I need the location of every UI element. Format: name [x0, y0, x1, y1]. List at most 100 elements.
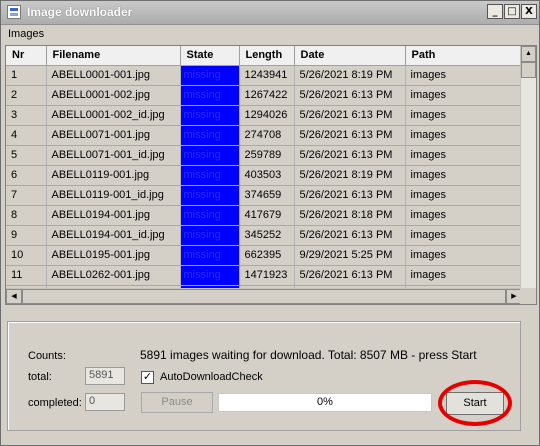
- cell-nr: 3: [6, 105, 47, 126]
- cell-length: 1267422: [239, 85, 295, 106]
- close-button[interactable]: X: [521, 4, 537, 19]
- cell-length: 259789: [239, 145, 295, 166]
- scrollbar-corner: [520, 288, 536, 304]
- cell-filename: ABELL0001-002_id.jpg: [46, 105, 181, 126]
- cell-filename: ABELL0071-001_id.jpg: [46, 145, 181, 166]
- scroll-left-arrow-icon[interactable]: ◀: [6, 289, 22, 304]
- cell-state: missing: [180, 205, 240, 226]
- cell-date: 5/26/2021 8:19 PM: [294, 65, 406, 86]
- cell-date: 5/26/2021 6:13 PM: [294, 125, 406, 146]
- cell-path: images: [405, 265, 523, 286]
- table-row[interactable]: 4 ABELL0071-001.jpg missing 274708 5/26/2021…: [6, 125, 523, 146]
- images-grid[interactable]: Nr Filename State Length Date Path 1 ABEL…: [5, 45, 537, 305]
- cell-nr: 1: [6, 65, 47, 86]
- cell-state: missing: [180, 245, 240, 266]
- cell-nr: 5: [6, 145, 47, 166]
- table-row[interactable]: 8 ABELL0194-001.jpg missing 417679 5/26/2021…: [6, 205, 523, 226]
- cell-filename: ABELL0262-001.jpg: [46, 265, 181, 286]
- table-row[interactable]: 10 ABELL0195-001.jpg missing 662395 9/29/202…: [6, 245, 523, 266]
- counts-label: Counts:: [28, 350, 66, 362]
- images-section-label: Images: [8, 28, 45, 40]
- cell-length: 403503: [239, 165, 295, 186]
- cell-date: 5/26/2021 6:13 PM: [294, 185, 406, 206]
- column-header-nr[interactable]: Nr: [6, 46, 47, 66]
- pause-button[interactable]: Pause: [141, 392, 213, 413]
- cell-path: images: [405, 85, 523, 106]
- cell-state: missing: [180, 225, 240, 246]
- download-panel: Counts: 5891 images waiting for download…: [7, 321, 521, 431]
- cell-date: 5/26/2021 6:13 PM: [294, 225, 406, 246]
- cell-path: images: [405, 185, 523, 206]
- cell-path: images: [405, 145, 523, 166]
- minimize-button[interactable]: _: [487, 4, 503, 19]
- column-header-date[interactable]: Date: [294, 46, 406, 66]
- cell-filename: ABELL0071-001.jpg: [46, 125, 181, 146]
- horizontal-scrollbar[interactable]: ◀ ▶: [6, 288, 522, 304]
- table-row[interactable]: 1 ABELL0001-001.jpg missing 1243941 5/26/202…: [6, 65, 523, 86]
- cell-length: 274708: [239, 125, 295, 146]
- cell-length: 345252: [239, 225, 295, 246]
- table-row[interactable]: 2 ABELL0001-002.jpg missing 1267422 5/26/202…: [6, 85, 523, 106]
- column-header-length[interactable]: Length: [239, 46, 295, 66]
- cell-state: missing: [180, 65, 240, 86]
- cell-nr: 4: [6, 125, 47, 146]
- cell-length: 662395: [239, 245, 295, 266]
- total-field[interactable]: 5891: [85, 367, 125, 385]
- scroll-up-arrow-icon[interactable]: ▲: [521, 46, 536, 62]
- completed-field[interactable]: 0: [85, 393, 125, 411]
- cell-state: missing: [180, 185, 240, 206]
- cell-filename: ABELL0194-001.jpg: [46, 205, 181, 226]
- autodownload-label[interactable]: AutoDownloadCheck: [160, 371, 263, 383]
- table-row[interactable]: 7 ABELL0119-001_id.jpg missing 374659 5/26/2…: [6, 185, 523, 206]
- table-row[interactable]: 5 ABELL0071-001_id.jpg missing 259789 5/26/2…: [6, 145, 523, 166]
- column-header-path[interactable]: Path: [405, 46, 523, 66]
- cell-date: 5/26/2021 6:13 PM: [294, 105, 406, 126]
- cell-state: missing: [180, 165, 240, 186]
- table-row[interactable]: 6 ABELL0119-001.jpg missing 403503 5/26/2021…: [6, 165, 523, 186]
- table-row[interactable]: 3 ABELL0001-002_id.jpg missing 1294026 5/26/…: [6, 105, 523, 126]
- cell-state: missing: [180, 265, 240, 286]
- cell-path: images: [405, 125, 523, 146]
- cell-nr: 9: [6, 225, 47, 246]
- cell-nr: 11: [6, 265, 47, 286]
- cell-date: 5/26/2021 8:19 PM: [294, 165, 406, 186]
- cell-path: images: [405, 65, 523, 86]
- app-icon: [7, 5, 21, 19]
- cell-nr: 7: [6, 185, 47, 206]
- status-message: 5891 images waiting for download. Total:…: [140, 348, 477, 362]
- cell-date: 5/26/2021 6:13 PM: [294, 145, 406, 166]
- column-header-filename[interactable]: Filename: [46, 46, 181, 66]
- cell-path: images: [405, 205, 523, 226]
- cell-filename: ABELL0119-001.jpg: [46, 165, 181, 186]
- cell-state: missing: [180, 105, 240, 126]
- cell-length: 1243941: [239, 65, 295, 86]
- table-row[interactable]: 9 ABELL0194-001_id.jpg missing 345252 5/26/2…: [6, 225, 523, 246]
- autodownload-checkbox[interactable]: ✓: [141, 371, 154, 384]
- completed-label: completed:: [28, 397, 82, 409]
- cell-path: images: [405, 165, 523, 186]
- cell-filename: ABELL0001-001.jpg: [46, 65, 181, 86]
- cell-nr: 6: [6, 165, 47, 186]
- column-header-state[interactable]: State: [180, 46, 240, 66]
- start-button[interactable]: Start: [446, 392, 504, 415]
- vertical-scrollbar[interactable]: ▲ ▼: [520, 46, 536, 304]
- cell-nr: 8: [6, 205, 47, 226]
- table-header-row: Nr Filename State Length Date Path: [6, 46, 523, 66]
- cell-filename: ABELL0195-001.jpg: [46, 245, 181, 266]
- cell-date: 5/26/2021 6:13 PM: [294, 265, 406, 286]
- cell-state: missing: [180, 145, 240, 166]
- cell-date: 5/26/2021 6:13 PM: [294, 85, 406, 106]
- cell-nr: 10: [6, 245, 47, 266]
- horizontal-scroll-thumb[interactable]: [22, 289, 506, 304]
- title-bar[interactable]: Image downloader _ □ X: [1, 1, 539, 25]
- cell-length: 1294026: [239, 105, 295, 126]
- vertical-scroll-thumb[interactable]: [521, 62, 536, 78]
- cell-path: images: [405, 105, 523, 126]
- cell-filename: ABELL0194-001_id.jpg: [46, 225, 181, 246]
- cell-date: 9/29/2021 5:25 PM: [294, 245, 406, 266]
- cell-state: missing: [180, 85, 240, 106]
- maximize-button[interactable]: □: [504, 4, 520, 19]
- images-table: Nr Filename State Length Date Path 1 ABEL…: [6, 46, 523, 304]
- table-row[interactable]: 11 ABELL0262-001.jpg missing 1471923 5/26/20…: [6, 265, 523, 286]
- cell-length: 1471923: [239, 265, 295, 286]
